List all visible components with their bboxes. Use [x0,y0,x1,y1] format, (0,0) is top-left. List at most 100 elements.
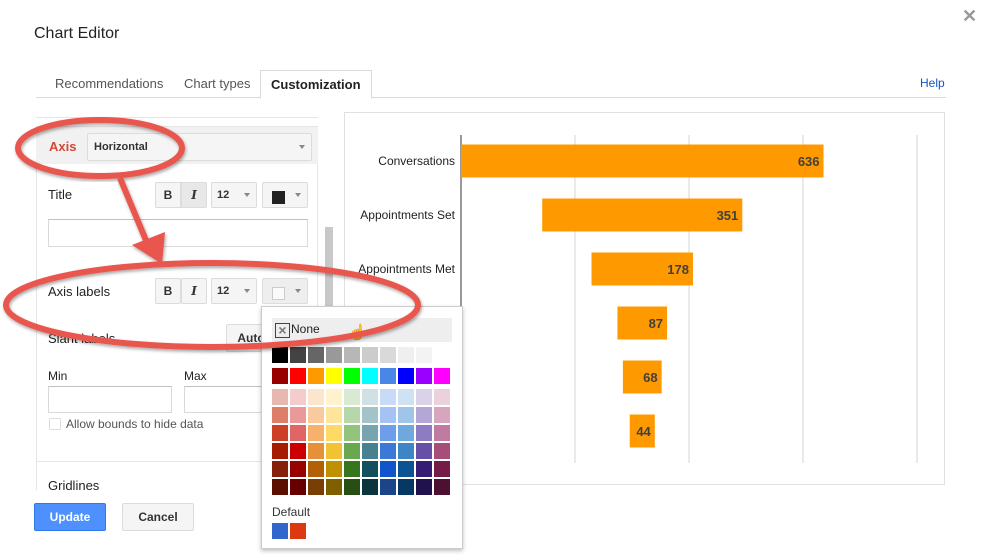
tab-recommendations[interactable]: Recommendations [45,70,173,98]
color-swatch[interactable] [326,479,342,495]
color-swatch[interactable] [290,443,306,459]
color-swatch[interactable] [362,461,378,477]
color-swatch[interactable] [308,389,324,405]
color-swatch[interactable] [344,443,360,459]
color-swatch[interactable] [362,389,378,405]
color-swatch[interactable] [362,407,378,423]
color-swatch[interactable] [308,368,324,384]
color-swatch[interactable] [380,461,396,477]
color-swatch[interactable] [326,407,342,423]
color-swatch[interactable] [290,479,306,495]
default-color-swatch[interactable] [290,523,306,539]
color-swatch[interactable] [434,347,450,363]
title-color-select[interactable] [262,182,308,208]
color-swatch[interactable] [416,479,432,495]
close-icon[interactable]: ✕ [962,6,977,27]
color-swatch[interactable] [416,425,432,441]
color-swatch[interactable] [398,407,414,423]
color-swatch[interactable] [308,407,324,423]
color-swatch[interactable] [416,389,432,405]
color-swatch[interactable] [416,368,432,384]
color-swatch[interactable] [380,347,396,363]
color-swatch[interactable] [380,443,396,459]
color-swatch[interactable] [362,443,378,459]
color-swatch[interactable] [434,368,450,384]
color-swatch[interactable] [272,479,288,495]
color-swatch[interactable] [326,368,342,384]
color-swatch[interactable] [290,347,306,363]
color-swatch[interactable] [272,443,288,459]
color-swatch[interactable] [290,389,306,405]
color-swatch[interactable] [326,461,342,477]
color-swatch[interactable] [362,368,378,384]
color-swatch[interactable] [434,407,450,423]
color-swatch[interactable] [326,389,342,405]
color-swatch[interactable] [272,347,288,363]
color-swatch[interactable] [380,407,396,423]
color-swatch[interactable] [344,368,360,384]
color-swatch[interactable] [416,443,432,459]
color-swatch[interactable] [326,425,342,441]
color-swatch[interactable] [380,479,396,495]
allow-bounds-checkbox[interactable] [49,418,61,430]
title-italic-button[interactable]: I [181,182,207,208]
color-swatch[interactable] [434,389,450,405]
cancel-button[interactable]: Cancel [122,503,194,531]
color-swatch[interactable] [326,443,342,459]
color-swatch[interactable] [416,407,432,423]
color-swatch[interactable] [272,368,288,384]
color-swatch[interactable] [380,368,396,384]
help-link[interactable]: Help [920,76,945,90]
axis-labels-color-select[interactable] [262,278,308,304]
title-font-size-select[interactable]: 12 [211,182,257,208]
title-input[interactable] [48,219,308,247]
color-swatch[interactable] [416,347,432,363]
color-swatch[interactable] [308,443,324,459]
color-swatch[interactable] [290,407,306,423]
color-swatch[interactable] [380,425,396,441]
color-swatch[interactable] [272,461,288,477]
color-swatch[interactable] [434,461,450,477]
color-swatch[interactable] [416,461,432,477]
color-swatch[interactable] [326,347,342,363]
color-swatch[interactable] [308,347,324,363]
color-swatch[interactable] [362,479,378,495]
title-bold-button[interactable]: B [155,182,181,208]
color-swatch[interactable] [290,368,306,384]
color-swatch[interactable] [362,347,378,363]
axis-labels-italic-button[interactable]: I [181,278,207,304]
color-swatch[interactable] [344,425,360,441]
color-swatch[interactable] [434,425,450,441]
color-swatch[interactable] [398,443,414,459]
color-swatch[interactable] [398,389,414,405]
color-swatch[interactable] [344,461,360,477]
color-swatch[interactable] [272,425,288,441]
update-button[interactable]: Update [34,503,106,531]
color-swatch[interactable] [290,425,306,441]
color-swatch[interactable] [344,479,360,495]
color-swatch[interactable] [344,407,360,423]
color-swatch[interactable] [308,479,324,495]
color-swatch[interactable] [272,389,288,405]
color-swatch[interactable] [290,461,306,477]
axis-labels-font-size-select[interactable]: 12 [211,278,257,304]
color-swatch[interactable] [308,425,324,441]
tab-customization[interactable]: Customization [260,70,372,99]
color-swatch[interactable] [380,389,396,405]
color-swatch[interactable] [362,425,378,441]
color-swatch[interactable] [398,368,414,384]
axis-select[interactable]: Horizontal [87,133,312,161]
color-none-option[interactable]: × None ☝ [272,318,452,342]
color-swatch[interactable] [398,479,414,495]
color-swatch[interactable] [398,461,414,477]
default-color-swatch[interactable] [272,523,288,539]
color-swatch[interactable] [272,407,288,423]
color-swatch[interactable] [398,347,414,363]
color-swatch[interactable] [434,443,450,459]
color-swatch[interactable] [344,389,360,405]
color-swatch[interactable] [398,425,414,441]
color-swatch[interactable] [308,461,324,477]
color-swatch[interactable] [344,347,360,363]
color-swatch[interactable] [434,479,450,495]
tab-chart-types[interactable]: Chart types [174,70,260,98]
